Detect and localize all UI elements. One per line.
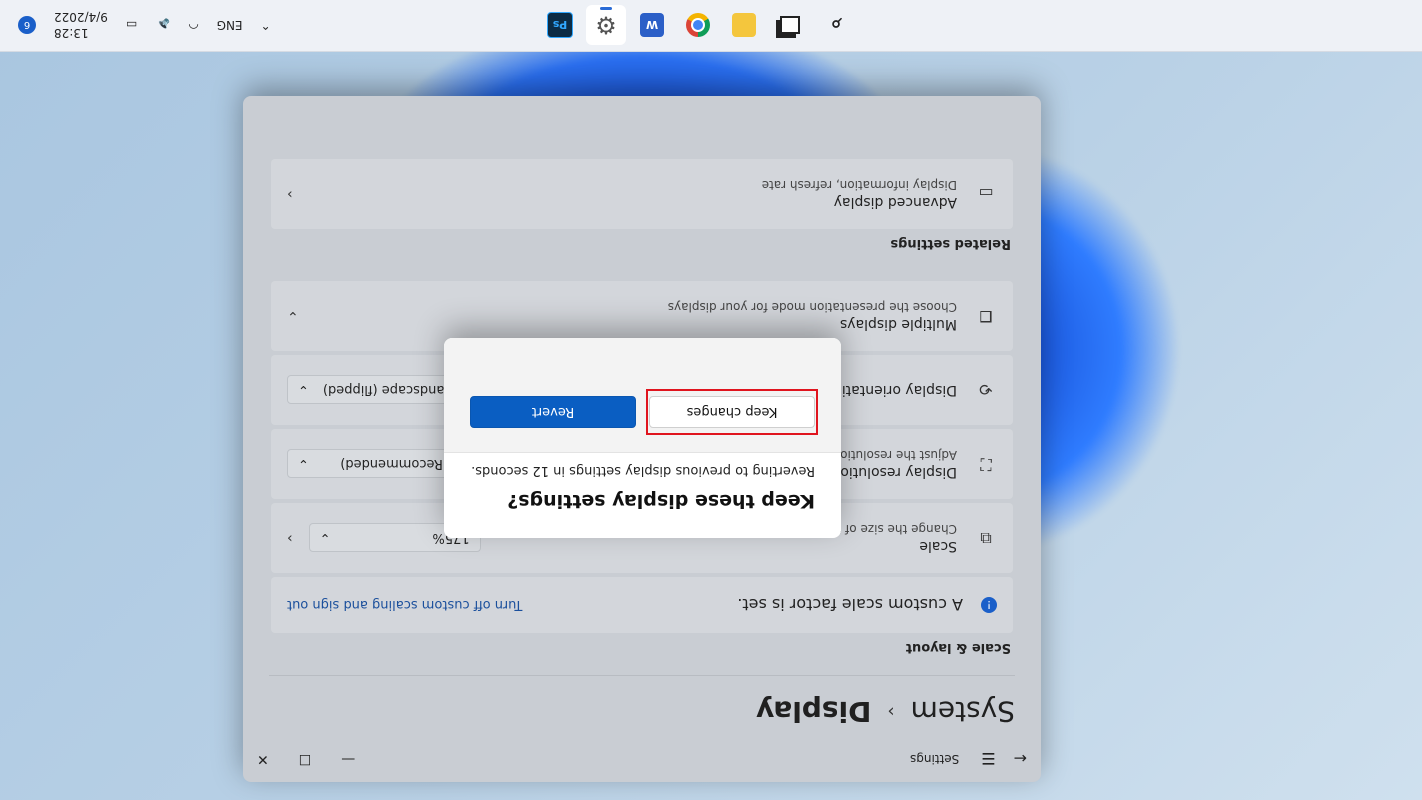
multiple-displays-icon: ⧠ — [979, 307, 993, 326]
app-title: Settings — [910, 752, 960, 766]
monitor-icon: ▭ — [978, 184, 994, 204]
windows-logo-icon — [870, 13, 894, 37]
taskbar: ⌕ W ⚙ Ps ⌃ ENG ◠ 🔈 ▭ 13:28 9/4/2022 6 — [0, 0, 1422, 52]
orientation-value: Landscape (flipped) — [322, 382, 452, 398]
chevron-down-icon: ⌄ — [319, 530, 331, 546]
system-tray: ⌃ ENG ◠ 🔈 ▭ 13:28 9/4/2022 6 — [18, 0, 271, 51]
page-title: Display — [755, 695, 872, 729]
desktop: ← ☰ Settings — ☐ ✕ System › Display Scal… — [0, 0, 1422, 800]
resolution-value: (Recommended) — [340, 456, 448, 472]
minimize-button[interactable]: — — [341, 751, 355, 767]
word-icon: W — [640, 13, 664, 37]
chevron-right-icon: › — [887, 701, 895, 723]
start-button[interactable] — [862, 5, 902, 45]
search-icon: ⌕ — [830, 13, 842, 37]
custom-scale-info: ! A custom scale factor is set. Turn off… — [271, 577, 1013, 633]
close-button[interactable]: ✕ — [257, 751, 269, 767]
scale-icon: ⧉ — [980, 529, 992, 548]
taskbar-apps: ⌕ W ⚙ Ps — [540, 0, 902, 51]
keep-display-settings-dialog: Keep these display settings? Reverting t… — [444, 338, 841, 538]
resolution-dropdown[interactable]: (Recommended) ⌄ — [287, 449, 459, 479]
photoshop-button[interactable]: Ps — [540, 5, 580, 45]
orientation-title: Display orientation — [824, 382, 957, 398]
chevron-down-icon[interactable]: ⌄ — [287, 308, 299, 324]
language-indicator[interactable]: ENG — [217, 18, 243, 32]
task-view-icon — [778, 13, 802, 37]
section-title-related: Related settings — [890, 236, 1011, 252]
active-indicator — [600, 7, 612, 10]
scale-title: Scale — [919, 538, 957, 554]
dialog-message: Reverting to previous display settings i… — [471, 463, 815, 478]
word-button[interactable]: W — [632, 5, 672, 45]
revert-button[interactable]: Revert — [470, 396, 636, 428]
back-arrow-icon[interactable]: ← — [1014, 750, 1027, 769]
advanced-title: Advanced display — [833, 194, 957, 210]
title-bar: ← ☰ Settings — ☐ ✕ — [243, 736, 1041, 782]
chevron-up-icon[interactable]: ⌃ — [261, 18, 271, 32]
info-icon: ! — [981, 597, 997, 613]
notification-badge[interactable]: 6 — [18, 16, 36, 34]
advanced-subtitle: Display information, refresh rate — [761, 178, 957, 192]
date: 9/4/2022 — [54, 10, 108, 24]
settings-button[interactable]: ⚙ — [586, 5, 626, 45]
orientation-dropdown[interactable]: Landscape (flipped) ⌄ — [287, 375, 463, 405]
advanced-display-row[interactable]: ▭ Advanced display Display information, … — [271, 159, 1013, 229]
info-text: A custom scale factor is set. — [737, 595, 963, 615]
gear-icon: ⚙ — [595, 11, 617, 39]
multi-subtitle: Choose the presentation mode for your di… — [667, 300, 957, 314]
task-view-button[interactable] — [770, 5, 810, 45]
chrome-button[interactable] — [678, 5, 718, 45]
divider — [269, 675, 1015, 676]
dialog-title: Keep these display settings? — [507, 490, 815, 512]
chevron-right-icon[interactable]: › — [287, 530, 293, 546]
breadcrumb: System › Display — [243, 688, 1041, 736]
chevron-right-icon[interactable]: › — [287, 186, 293, 202]
maximize-button[interactable]: ☐ — [299, 751, 312, 767]
chevron-down-icon: ⌄ — [298, 456, 309, 472]
multi-title: Multiple displays — [839, 316, 957, 332]
orientation-icon: ⟲ — [979, 380, 993, 400]
chrome-icon — [686, 13, 710, 37]
photoshop-icon: Ps — [547, 12, 573, 38]
hamburger-menu-icon[interactable]: ☰ — [981, 750, 995, 769]
chevron-down-icon: ⌄ — [298, 382, 309, 398]
folder-icon — [732, 13, 756, 37]
breadcrumb-parent[interactable]: System — [911, 696, 1015, 729]
keep-changes-button[interactable]: Keep changes — [649, 396, 815, 428]
volume-icon[interactable]: 🔈 — [155, 18, 170, 32]
battery-icon[interactable]: ▭ — [126, 18, 137, 32]
time: 13:28 — [54, 26, 89, 40]
search-button[interactable]: ⌕ — [816, 5, 856, 45]
file-explorer-button[interactable] — [724, 5, 764, 45]
turn-off-custom-scaling-link[interactable]: Turn off custom scaling and sign out — [287, 598, 522, 613]
clock[interactable]: 13:28 9/4/2022 — [54, 9, 108, 41]
dialog-footer: Keep changes Revert — [444, 338, 841, 453]
resolution-icon: ⛶ — [980, 455, 992, 474]
section-title-scale-layout: Scale & layout — [905, 640, 1011, 656]
wifi-icon[interactable]: ◠ — [188, 18, 198, 32]
